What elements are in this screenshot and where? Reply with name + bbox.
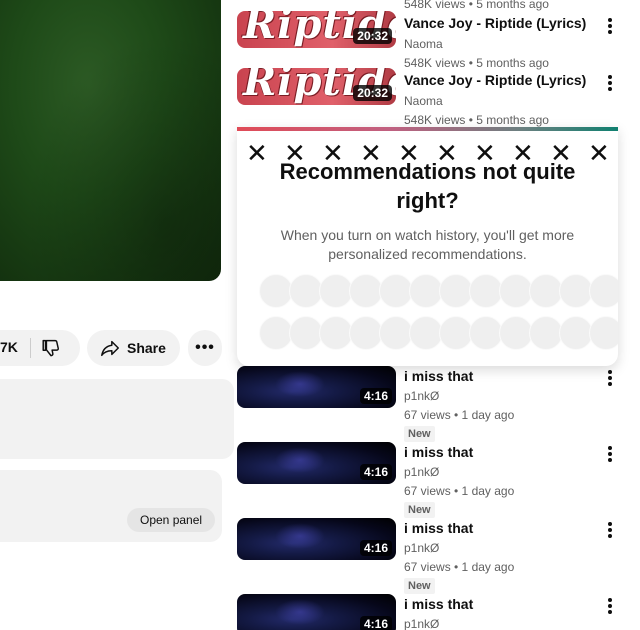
prompt-body-line: personalized recommendations.: [328, 246, 527, 262]
recommendation-item[interactable]: 4:16 i miss that p1nkØ 67 views • 1 day …: [237, 442, 640, 518]
like-count[interactable]: 7K: [0, 339, 18, 355]
duration-badge: 4:16: [359, 388, 392, 404]
video-meta: 67 views • 1 day ago: [404, 484, 515, 498]
channel-name[interactable]: p1nkØ: [404, 541, 439, 555]
channel-name[interactable]: p1nkØ: [404, 617, 439, 630]
video-title[interactable]: Vance Joy - Riptide (Lyrics): [404, 15, 586, 31]
more-options-icon[interactable]: [607, 446, 613, 462]
duration-badge: 4:16: [359, 540, 392, 556]
description-box[interactable]: [0, 379, 234, 459]
video-meta: 67 views • 1 day ago: [404, 560, 515, 574]
prompt-title: Recommendations not quite right?: [237, 157, 618, 215]
video-thumbnail[interactable]: Riptide 20:32: [237, 11, 396, 48]
channel-name[interactable]: Naoma: [404, 94, 443, 108]
more-options-icon[interactable]: [607, 75, 613, 91]
video-thumbnail[interactable]: 4:16: [237, 442, 396, 484]
accent-stripe: [237, 127, 618, 131]
like-dislike-pill: 7K: [0, 330, 80, 366]
video-title[interactable]: i miss that: [404, 520, 473, 536]
duration-badge: 20:32: [353, 85, 392, 101]
recommendation-item[interactable]: 4:16 i miss that p1nkØ 67 views • 1 day …: [237, 366, 640, 442]
video-thumbnail[interactable]: 4:16: [237, 366, 396, 408]
share-label: Share: [127, 340, 166, 356]
channel-name[interactable]: p1nkØ: [404, 465, 439, 479]
open-panel-button[interactable]: Open panel: [127, 508, 216, 532]
video-title[interactable]: i miss that: [404, 444, 473, 460]
video-meta: 67 views • 1 day ago: [404, 408, 515, 422]
video-meta: 548K views • 5 months ago: [404, 0, 549, 11]
prompt-title-line: right?: [396, 188, 459, 213]
new-badge: New: [404, 502, 435, 518]
recommendation-item[interactable]: Riptide 20:32 Vance Joy - Riptide (Lyric…: [237, 68, 640, 127]
video-thumbnail[interactable]: Riptide 20:32: [237, 68, 396, 105]
more-options-icon[interactable]: [607, 522, 613, 538]
video-player[interactable]: [0, 0, 221, 281]
share-icon: [101, 340, 119, 357]
recommendation-item[interactable]: Riptide 20:32 Vance Joy - Riptide (Lyric…: [237, 11, 640, 70]
prompt-body: When you turn on watch history, you'll g…: [237, 226, 618, 264]
recommendation-item[interactable]: 4:16 i miss that p1nkØ: [237, 594, 640, 630]
video-meta: 548K views • 5 months ago: [404, 113, 549, 127]
dislike-icon[interactable]: [40, 337, 62, 359]
partial-recommendation: 548K views • 5 months ago: [237, 0, 640, 11]
video-thumbnail[interactable]: 4:16: [237, 594, 396, 630]
new-badge: New: [404, 578, 435, 594]
placeholder-circle-row: [259, 274, 618, 308]
recommendation-item[interactable]: 4:16 i miss that p1nkØ 67 views • 1 day …: [237, 518, 640, 594]
more-options-icon[interactable]: [607, 598, 613, 614]
duration-badge: 4:16: [359, 464, 392, 480]
placeholder-circle-row: [259, 316, 618, 350]
share-button[interactable]: Share: [87, 330, 180, 366]
recommendations-prompt-card: ✕ ✕ ✕ ✕ ✕ ✕ ✕ ✕ ✕ ✕ Recommendations not …: [237, 127, 618, 366]
prompt-body-line: When you turn on watch history, you'll g…: [280, 227, 575, 243]
video-title[interactable]: Vance Joy - Riptide (Lyrics): [404, 72, 586, 88]
video-title[interactable]: i miss that: [404, 368, 473, 384]
more-options-icon[interactable]: [607, 370, 613, 386]
more-actions-button[interactable]: •••: [188, 330, 222, 366]
channel-name[interactable]: p1nkØ: [404, 389, 439, 403]
channel-name[interactable]: Naoma: [404, 37, 443, 51]
new-badge: New: [404, 426, 435, 442]
video-thumbnail[interactable]: 4:16: [237, 518, 396, 560]
like-divider: [30, 338, 31, 358]
prompt-title-line: Recommendations not quite: [279, 159, 576, 184]
more-options-icon[interactable]: [607, 18, 613, 34]
duration-badge: 20:32: [353, 28, 392, 44]
video-title[interactable]: i miss that: [404, 596, 473, 612]
watch-page: 7K Share ••• Open panel 548K views • 5 m…: [0, 0, 640, 630]
duration-badge: 4:16: [359, 616, 392, 630]
